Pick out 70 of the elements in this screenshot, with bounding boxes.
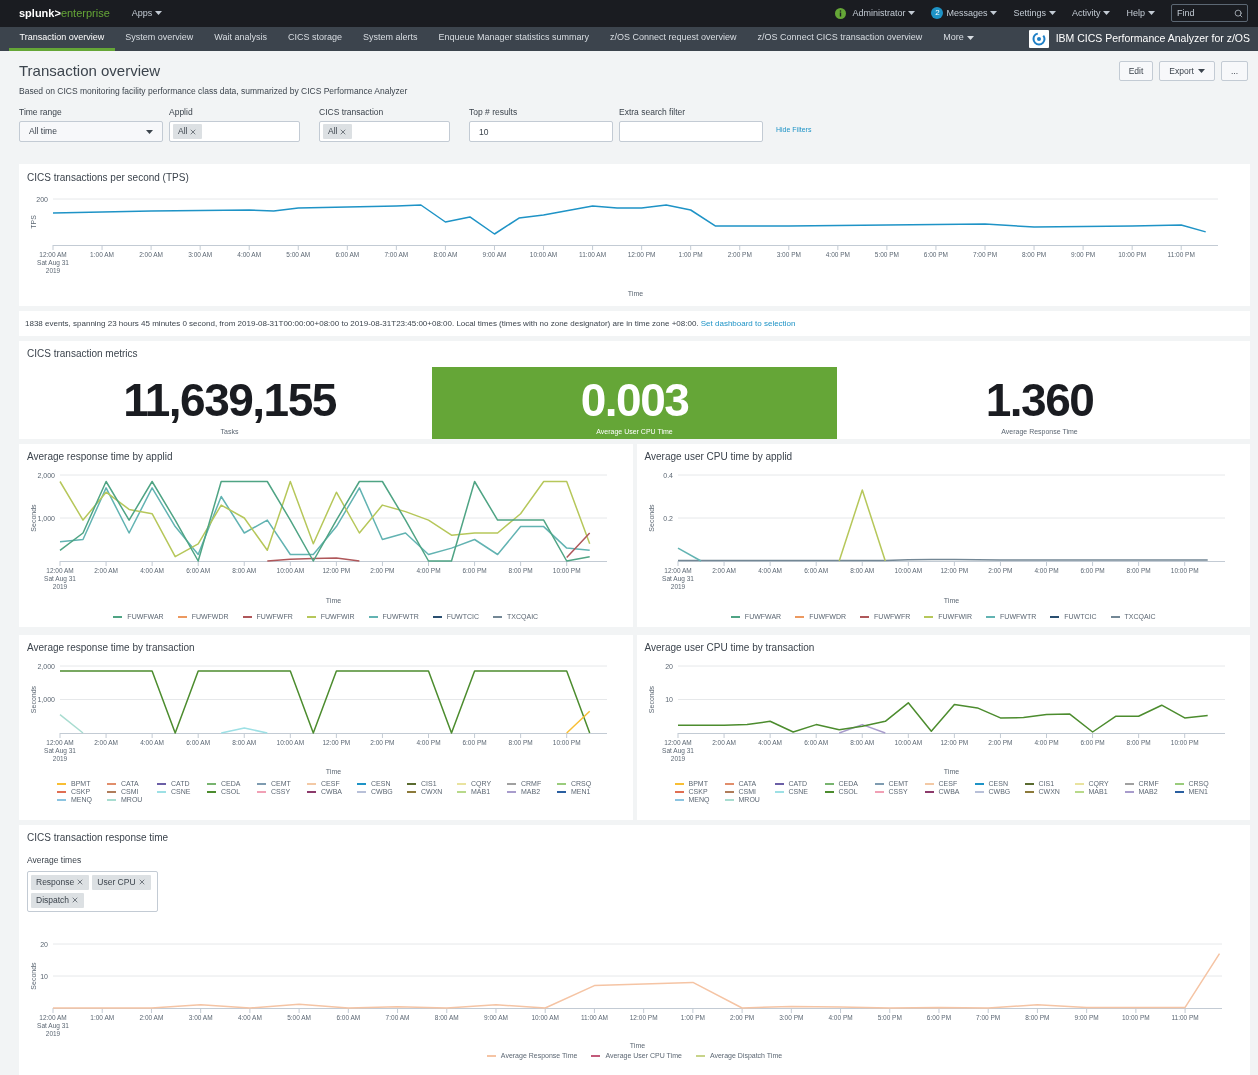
text-field[interactable]: [619, 121, 763, 142]
user-menu[interactable]: Administrator: [852, 6, 916, 21]
remove-icon[interactable]: [189, 127, 198, 136]
toolbar-button[interactable]: Export: [1159, 61, 1215, 82]
token[interactable]: Response: [31, 874, 90, 890]
token[interactable]: Dispatch: [31, 892, 85, 908]
token[interactable]: All: [173, 124, 203, 139]
caret-icon: [1048, 11, 1056, 16]
dashboard-description: Based on CICS monitoring facility performance class data, summarized by CICS Performance Analyzer: [19, 85, 408, 98]
nav-tab[interactable]: System overview: [114, 26, 204, 52]
logo[interactable]: splunk>enterprise: [19, 5, 110, 22]
app-icon: [1028, 30, 1049, 49]
remove-icon[interactable]: [339, 127, 348, 136]
apps-menu[interactable]: Apps: [131, 6, 163, 21]
info-icon: [835, 8, 847, 19]
metric-value: 1.360: [985, 374, 1094, 425]
caret-icon: [155, 11, 163, 16]
metric-value: 11,639,155: [123, 374, 336, 425]
toolbar-button[interactable]: ...: [1220, 61, 1248, 82]
caret-icon: [146, 129, 153, 134]
panel-title: CICS transactions per second (TPS): [27, 172, 190, 184]
filter-label: Time range: [19, 107, 63, 117]
nav-tab[interactable]: z/OS Connect CICS transaction overview: [747, 26, 933, 52]
dashboard-title: Transaction overview: [19, 61, 162, 82]
caret-icon: [990, 11, 998, 16]
remove-icon[interactable]: [76, 878, 85, 887]
nav-tab[interactable]: z/OS Connect request overview: [599, 26, 748, 52]
panel-title: Average user CPU time by applid: [644, 451, 794, 463]
token[interactable]: User CPU: [92, 874, 151, 890]
metric-value: 0.003: [580, 374, 689, 425]
panel-title: Average user CPU time by transaction: [644, 642, 816, 654]
caret-icon: [966, 35, 974, 40]
filter-label: CICS transaction: [319, 107, 385, 117]
nav-tab[interactable]: System alerts: [352, 26, 428, 52]
token[interactable]: All: [323, 124, 353, 139]
input-label: Average times: [27, 854, 83, 867]
nav-menu[interactable]: Settings: [1013, 6, 1056, 21]
app-title: IBM CICS Performance Analyzer for z/OS: [1055, 31, 1250, 47]
text-field[interactable]: 10: [469, 121, 613, 142]
panel-title: Average response time by applid: [27, 451, 174, 463]
panel-title: CICS transaction response time: [27, 832, 170, 844]
nav-tab[interactable]: More: [932, 26, 985, 52]
panel-title: Average response time by transaction: [27, 642, 196, 654]
nav-tab[interactable]: Transaction overview: [9, 26, 115, 52]
nav-menu[interactable]: Activity: [1071, 6, 1111, 21]
panel-title: CICS transaction metrics: [27, 348, 139, 360]
caret-icon: [1148, 11, 1155, 16]
search-icon: [1234, 9, 1243, 18]
caret-icon: [908, 11, 916, 16]
nav-tab[interactable]: CICS storage: [277, 26, 353, 52]
filter-label: Extra search filter: [619, 107, 687, 117]
set-selection-link[interactable]: Set dashboard to selection: [700, 318, 796, 328]
nav-tab[interactable]: Wait analysis: [203, 26, 278, 52]
multiselect-field[interactable]: All: [169, 121, 300, 142]
events-summary: 1838 events, spanning 23 hours 45 minutes 0 second, from 2019-08-31T00:00:00+08:00 to 2019-08-31T23:45:00+08:00. Local times (times with no zone designator) are in time zone +08:00. Set dashboard to selection: [25, 317, 796, 330]
time-range-dropdown[interactable]: All time: [19, 121, 163, 142]
toolbar-button[interactable]: Edit: [1118, 61, 1154, 82]
remove-icon[interactable]: [137, 878, 146, 887]
count-badge: 2: [931, 7, 944, 20]
remove-icon[interactable]: [71, 896, 80, 905]
multiselect-field[interactable]: Response User CPU Dispatch: [27, 870, 158, 912]
nav-menu[interactable]: Help: [1126, 6, 1155, 21]
filter-label: Top # results: [469, 107, 519, 117]
messages-menu[interactable]: 2 Messages: [931, 6, 998, 21]
caret-icon: [1103, 11, 1111, 16]
nav-tab[interactable]: Enqueue Manager statistics summary: [427, 26, 600, 52]
multiselect-field[interactable]: All: [319, 121, 450, 142]
caret-icon: [1197, 69, 1205, 74]
filter-label: Applid: [169, 107, 194, 117]
find-field[interactable]: Find: [1171, 4, 1248, 23]
